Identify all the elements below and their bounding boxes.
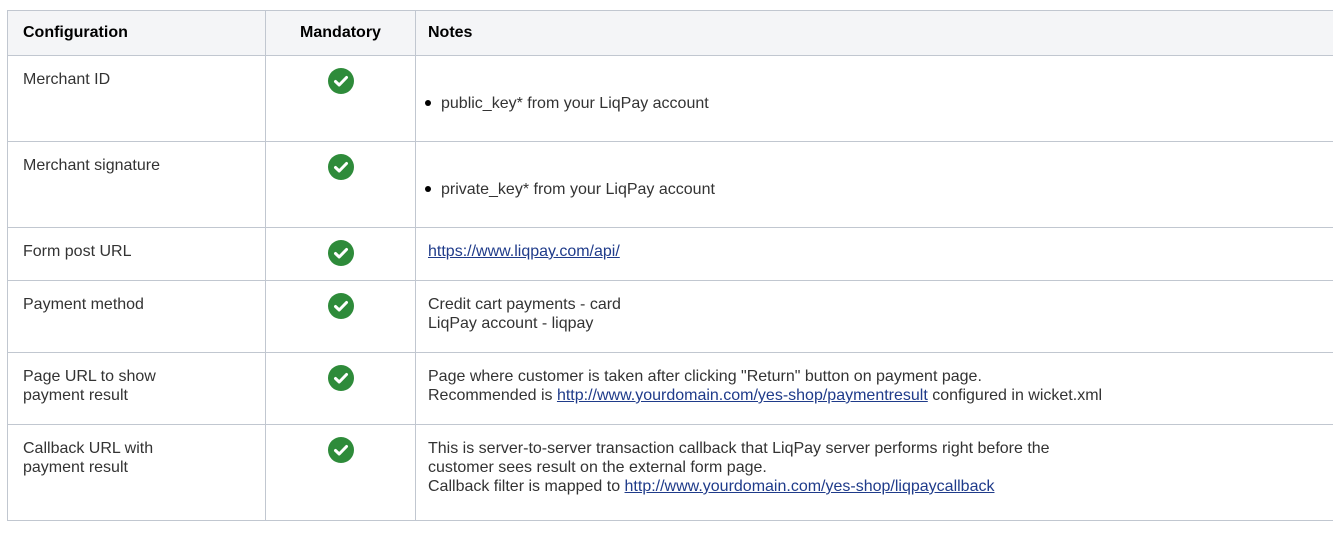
check-circle-icon xyxy=(327,240,354,266)
mandatory-cell xyxy=(265,280,416,353)
note-line: Callback filter is mapped to http://www.… xyxy=(428,477,1333,496)
header-configuration: Configuration xyxy=(7,10,266,56)
check-circle-icon xyxy=(327,293,354,319)
note-line: This is server-to-server transaction cal… xyxy=(428,440,1050,457)
config-name: Payment method xyxy=(23,296,144,313)
notes-cell: Page where customer is taken after click… xyxy=(415,352,1333,425)
mandatory-cell xyxy=(265,141,416,228)
note-line: Page where customer is taken after click… xyxy=(428,368,982,385)
note-line: Recommended is http://www.yourdomain.com… xyxy=(428,386,1333,405)
config-name: Merchant signature xyxy=(23,157,160,174)
config-name: Merchant ID xyxy=(23,71,111,88)
notes-cell: public_key* from your LiqPay account xyxy=(415,55,1333,142)
check-circle-icon xyxy=(327,68,354,94)
config-name-line: payment result xyxy=(23,387,128,404)
check-circle-icon xyxy=(327,154,354,180)
config-cell: Merchant ID xyxy=(7,55,266,142)
notes-cell: https://www.liqpay.com/api/ xyxy=(415,227,1333,281)
notes-cell: This is server-to-server transaction cal… xyxy=(415,424,1333,521)
liqpaycallback-link[interactable]: http://www.yourdomain.com/yes-shop/liqpa… xyxy=(625,478,995,495)
check-circle-icon xyxy=(327,437,354,463)
notes-list: public_key* from your LiqPay account xyxy=(416,56,1333,113)
list-item: private_key* from your LiqPay account xyxy=(423,180,1333,199)
note-text: Recommended is xyxy=(428,387,557,404)
config-name-line: payment result xyxy=(23,459,128,476)
note-line: customer sees result on the external for… xyxy=(428,459,767,476)
table-row: Payment method Credit cart payments - ca… xyxy=(7,280,1333,353)
notes-list: private_key* from your LiqPay account xyxy=(416,142,1333,199)
note-text: Callback filter is mapped to xyxy=(428,478,625,495)
note-line: LiqPay account - liqpay xyxy=(428,315,594,332)
config-cell: Callback URL with payment result xyxy=(7,424,266,521)
table-row: Form post URL https://www.liqpay.com/api… xyxy=(7,227,1333,281)
mandatory-cell xyxy=(265,227,416,281)
config-name-line: Callback URL with xyxy=(23,440,154,457)
header-row: Configuration Mandatory Notes xyxy=(7,10,1333,56)
notes-cell: Credit cart payments - card LiqPay accou… xyxy=(415,280,1333,353)
note-text: configured in wicket.xml xyxy=(927,387,1103,404)
mandatory-cell xyxy=(265,424,416,521)
notes-cell: private_key* from your LiqPay account xyxy=(415,141,1333,228)
liqpay-api-link[interactable]: https://www.liqpay.com/api/ xyxy=(428,243,620,260)
config-cell: Page URL to show payment result xyxy=(7,352,266,425)
config-cell: Form post URL xyxy=(7,227,266,281)
note-line: Credit cart payments - card xyxy=(428,296,621,313)
table-row: Merchant ID public_key* from your LiqPay… xyxy=(7,55,1333,142)
check-circle-icon xyxy=(327,365,354,391)
config-cell: Payment method xyxy=(7,280,266,353)
header-mandatory: Mandatory xyxy=(265,10,416,56)
configuration-table: Configuration Mandatory Notes Merchant I… xyxy=(7,10,1333,521)
config-cell: Merchant signature xyxy=(7,141,266,228)
paymentresult-link[interactable]: http://www.yourdomain.com/yes-shop/payme… xyxy=(557,387,928,404)
list-item: public_key* from your LiqPay account xyxy=(423,94,1333,113)
table-row: Callback URL with payment result This is… xyxy=(7,424,1333,521)
mandatory-cell xyxy=(265,55,416,142)
table-row: Page URL to show payment result Page whe… xyxy=(7,352,1333,425)
config-name-line: Page URL to show xyxy=(23,368,156,385)
config-name: Form post URL xyxy=(23,243,132,260)
table-row: Merchant signature private_key* from you… xyxy=(7,141,1333,228)
header-notes: Notes xyxy=(415,10,1333,56)
mandatory-cell xyxy=(265,352,416,425)
